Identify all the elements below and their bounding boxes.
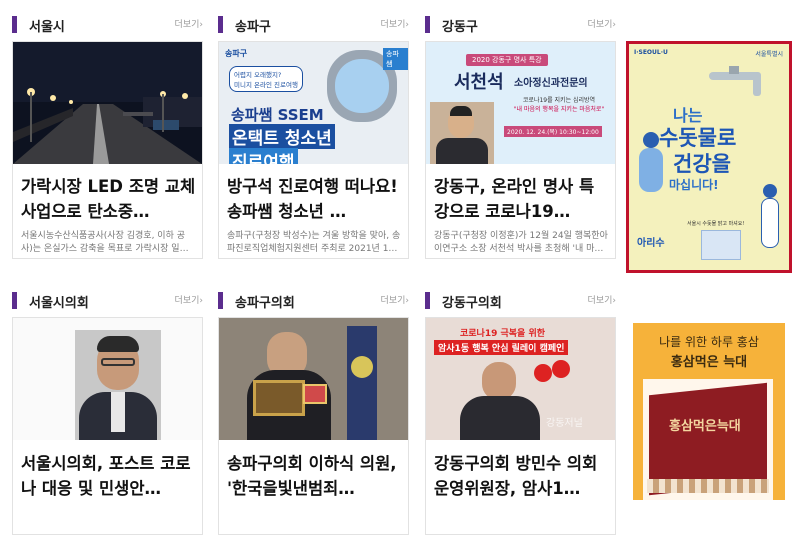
info-table xyxy=(701,230,741,260)
arisu-logo: 아리수 xyxy=(637,238,665,249)
section-title: 송파구의회 xyxy=(235,296,295,311)
section-accent-bar xyxy=(425,16,430,33)
thumb-headline: 온택트 청소년 xyxy=(229,124,335,149)
news-description: 강동구(구청장 이정훈)가 12월 24일 행복한아이연구소 소장 서천석 박사… xyxy=(434,231,608,254)
ad-line: 홍삼먹은 늑대 xyxy=(670,355,748,370)
thumb-headline: 송파쌤 SSEM xyxy=(231,106,324,124)
news-title: 방구석 진로여행 떠나요! 송파쌤 청소년 … xyxy=(227,177,398,221)
section-accent-bar xyxy=(12,292,17,309)
news-thumbnail xyxy=(13,318,202,440)
news-title: 강동구의회 방민수 의회운영위원장, 암사1… xyxy=(434,454,598,498)
speaker-name: 서천석 xyxy=(454,72,504,93)
section-title: 서울시의회 xyxy=(29,296,89,311)
news-card[interactable]: 가락시장 LED 조명 교체사업으로 탄소중… 서울시농수산식품공사(사장 김경… xyxy=(12,41,203,259)
news-card[interactable]: 서울시의회, 포스트 코로나 대응 및 민생안… xyxy=(12,317,203,535)
person-head xyxy=(482,362,516,400)
section-title: 서울시 xyxy=(29,20,65,35)
thumb-badge: 송파쌤 xyxy=(383,48,408,70)
bubble-text: 어렵지 오래했지? 미니지 온라인 진로여행 xyxy=(229,66,303,92)
news-card[interactable]: 코로나19 극복을 위한 암사1동 행복 안심 릴레이 캠페인 강동저널 강동구… xyxy=(425,317,616,535)
ad-banner-redginseng[interactable]: 나를 위한 하루 홍삼 홍삼먹은 늑대 홍삼먹은늑대 xyxy=(633,323,785,500)
award-plaque xyxy=(303,384,327,404)
section-accent-bar xyxy=(12,16,17,33)
news-title: 서울시의회, 포스트 코로나 대응 및 민생안… xyxy=(21,454,191,498)
more-link[interactable]: 더보기› xyxy=(588,293,616,306)
more-link[interactable]: 더보기› xyxy=(381,293,409,306)
news-title: 강동구, 온라인 명사 특강으로 코로나19… xyxy=(434,177,595,221)
section-header: 서울시 더보기› xyxy=(12,14,203,36)
section-header: 송파구 더보기› xyxy=(218,14,409,36)
news-thumbnail xyxy=(219,318,408,440)
thumb-date: 2020. 12. 24.(목) 10:30~12:00 xyxy=(504,126,602,137)
more-link[interactable]: 더보기› xyxy=(175,17,203,30)
ad-banner-water[interactable]: I·SEOUL·U 서울특별시 나는 수돗물로 건강을 마십니다! 아리수 서울… xyxy=(626,41,792,273)
thumb-banner: 코로나19 극복을 위한 xyxy=(460,329,546,339)
person-illustration xyxy=(635,132,665,202)
speaker-role: 소아정신과전문의 xyxy=(514,78,588,89)
speaker-photo xyxy=(430,102,494,164)
songpa-logo: 송파구 xyxy=(225,49,248,58)
news-title: 송파구의회 이하식 의원, '한국을빛낸범죄… xyxy=(227,454,397,498)
news-thumbnail: 코로나19 극복을 위한 암사1동 행복 안심 릴레이 캠페인 강동저널 xyxy=(426,318,615,440)
ad-subtext: 서울시 수돗물 맑고 마셔요! xyxy=(687,221,745,227)
more-link[interactable]: 더보기› xyxy=(588,17,616,30)
thumb-banner: 암사1동 행복 안심 릴레이 캠페인 xyxy=(434,340,569,355)
news-thumbnail xyxy=(13,42,202,164)
section-title: 강동구 xyxy=(442,20,478,35)
ad-line: 건강을 xyxy=(673,152,731,176)
ad-line: 마십니다! xyxy=(669,178,719,192)
section-header: 송파구의회 더보기› xyxy=(218,290,409,312)
person-body xyxy=(460,396,540,440)
more-link[interactable]: 더보기› xyxy=(381,17,409,30)
product-box: 홍삼먹은늑대 xyxy=(643,379,773,500)
faucet-icon xyxy=(709,66,761,96)
news-thumbnail: 송파구 송파쌤 어렵지 오래했지? 미니지 온라인 진로여행 송파쌤 SSEM 온… xyxy=(219,42,408,164)
award-plaque xyxy=(253,380,305,416)
news-card[interactable]: 송파구 송파쌤 어렵지 오래했지? 미니지 온라인 진로여행 송파쌤 SSEM 온… xyxy=(218,41,409,259)
thumb-banner: 2020 강동구 명사 특강 xyxy=(466,54,548,66)
section-header: 강동구의회 더보기› xyxy=(425,290,616,312)
paddle-sign xyxy=(552,360,570,378)
section-accent-bar xyxy=(218,292,223,309)
ad-line: 나를 위한 하루 홍삼 xyxy=(659,335,759,349)
person-illustration xyxy=(759,184,781,250)
section-title: 송파구 xyxy=(235,20,271,35)
brand-label: I·SEOUL·U xyxy=(634,49,668,56)
news-description: 송파구(구청장 박성수)는 겨울 방학을 맞아, 송파진로직업체험지원센터 주최… xyxy=(227,231,401,254)
news-card[interactable]: 2020 강동구 명사 특강 서천석 소아정신과전문의 코로나19를 지키는 심… xyxy=(425,41,616,259)
section-header: 서울시의회 더보기› xyxy=(12,290,203,312)
thumb-headline: 진로여행 xyxy=(229,148,298,164)
portrait-photo xyxy=(75,330,161,440)
flag xyxy=(347,326,377,440)
news-description: 서울시농수산식품공사(사장 김경호, 이하 공사)는 온실가스 감축을 목표로 … xyxy=(21,231,189,254)
product-name: 홍삼먹은늑대 xyxy=(669,419,741,434)
news-thumbnail: 2020 강동구 명사 특강 서천석 소아정신과전문의 코로나19를 지키는 심… xyxy=(426,42,615,164)
section-header: 강동구 더보기› xyxy=(425,14,616,36)
news-title: 가락시장 LED 조명 교체사업으로 탄소중… xyxy=(21,177,196,221)
section-title: 강동구의회 xyxy=(442,296,502,311)
section-accent-bar xyxy=(425,292,430,309)
thumb-text: 코로나19를 지키는 심리방역 "내 마음의 행복을 지키는 마음처로" xyxy=(513,97,605,113)
watermark: 강동저널 xyxy=(546,418,583,429)
more-link[interactable]: 더보기› xyxy=(175,293,203,306)
org-label: 서울특별시 xyxy=(755,51,783,58)
section-accent-bar xyxy=(218,16,223,33)
paddle-sign xyxy=(534,364,552,382)
news-card[interactable]: 송파구의회 이하식 의원, '한국을빛낸범죄… xyxy=(218,317,409,535)
